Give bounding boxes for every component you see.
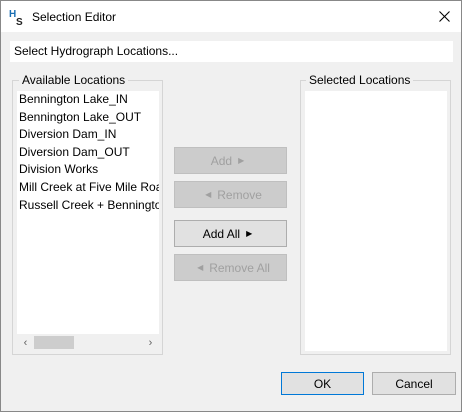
list-item[interactable]: Russell Creek + Bennington bbox=[17, 197, 159, 215]
available-locations-label: Available Locations bbox=[19, 73, 129, 87]
scroll-right-icon[interactable]: › bbox=[142, 334, 159, 351]
remove-button-label: Remove bbox=[217, 187, 262, 202]
selected-locations-list[interactable] bbox=[305, 91, 447, 351]
close-button[interactable] bbox=[427, 1, 461, 32]
arrow-left-icon: ◀ bbox=[205, 190, 212, 199]
add-button-label: Add bbox=[210, 153, 233, 168]
add-button[interactable]: Add ▶ bbox=[174, 147, 287, 174]
arrow-right-icon: ▶ bbox=[246, 229, 253, 238]
hs-app-icon: H S bbox=[9, 8, 26, 26]
add-all-button-label: Add All bbox=[202, 226, 241, 241]
available-items: Bennington Lake_IN Bennington Lake_OUT D… bbox=[17, 91, 159, 214]
list-item[interactable]: Division Works bbox=[17, 161, 159, 179]
cancel-button[interactable]: Cancel bbox=[372, 372, 456, 395]
horizontal-scrollbar[interactable]: ‹ › bbox=[17, 334, 159, 351]
ok-button-label: OK bbox=[313, 376, 332, 391]
available-locations-list[interactable]: Bennington Lake_IN Bennington Lake_OUT D… bbox=[17, 91, 159, 351]
arrow-right-icon: ▶ bbox=[238, 156, 245, 165]
selection-editor-window: H S Selection Editor Select Hydrograph L… bbox=[0, 0, 462, 412]
list-item[interactable]: Bennington Lake_OUT bbox=[17, 109, 159, 127]
scroll-thumb[interactable] bbox=[34, 336, 74, 349]
ok-button[interactable]: OK bbox=[281, 372, 364, 395]
cancel-button-label: Cancel bbox=[395, 376, 433, 391]
selected-locations-group: Selected Locations bbox=[300, 73, 451, 355]
add-all-button[interactable]: Add All ▶ bbox=[174, 220, 287, 247]
list-item[interactable]: Mill Creek at Five Mile Road bbox=[17, 179, 159, 197]
remove-all-button[interactable]: ◀ Remove All bbox=[174, 254, 287, 281]
window-title: Selection Editor bbox=[32, 10, 117, 24]
scroll-left-icon[interactable]: ‹ bbox=[17, 334, 34, 351]
remove-all-button-label: Remove All bbox=[209, 260, 270, 275]
instruction-field: Select Hydrograph Locations... bbox=[10, 41, 453, 62]
arrow-left-icon: ◀ bbox=[197, 263, 204, 272]
list-item[interactable]: Diversion Dam_OUT bbox=[17, 144, 159, 162]
remove-button[interactable]: ◀ Remove bbox=[174, 181, 287, 208]
list-item[interactable]: Diversion Dam_IN bbox=[17, 126, 159, 144]
available-locations-group: Available Locations Bennington Lake_IN B… bbox=[12, 73, 163, 355]
list-item[interactable]: Bennington Lake_IN bbox=[17, 91, 159, 109]
selected-locations-label: Selected Locations bbox=[306, 73, 414, 87]
title-bar[interactable]: H S Selection Editor bbox=[1, 1, 461, 32]
svg-text:S: S bbox=[16, 17, 23, 26]
close-icon bbox=[438, 11, 450, 22]
